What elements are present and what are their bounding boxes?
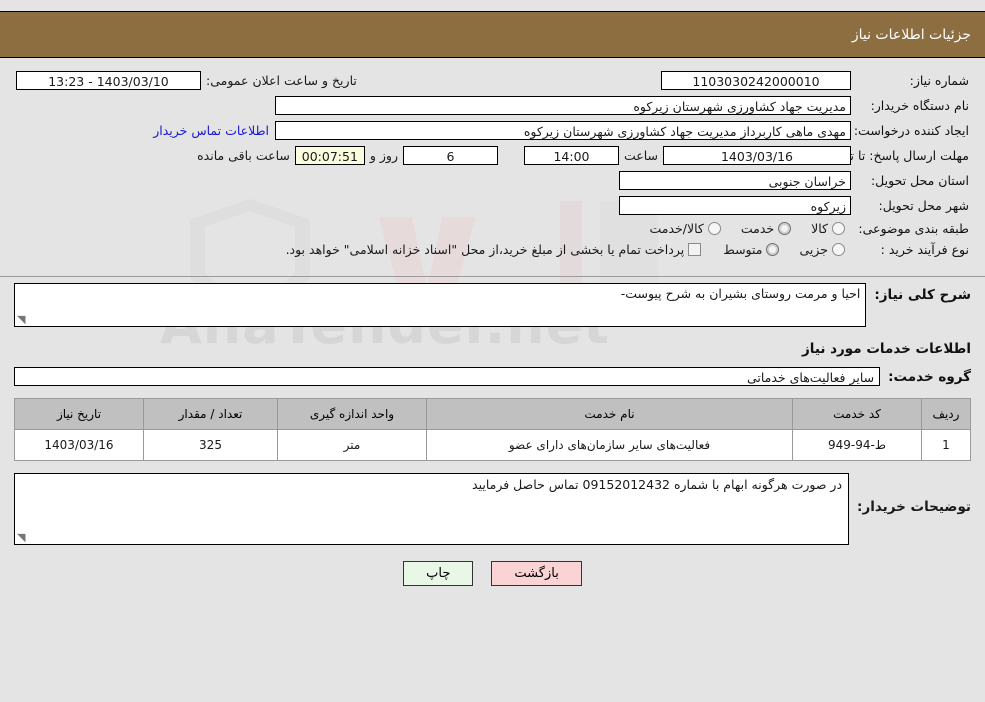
announce-datetime-label: تاریخ و ساعت اعلان عمومی: xyxy=(206,73,357,88)
need-number-value: 1103030242000010 xyxy=(661,71,851,90)
table-header-row: ردیف کد خدمت نام خدمت واحد اندازه گیری ت… xyxy=(14,398,971,430)
row-process-type: نوع فرآیند خرید : جزیی متوسط پرداخت تمام… xyxy=(14,239,971,260)
radio-process-minor[interactable] xyxy=(832,243,845,256)
cell-service-code: ط-94-949 xyxy=(792,429,922,461)
row-city: شهر محل تحویل: زیرکوه xyxy=(14,193,971,218)
col-service-code: کد خدمت xyxy=(792,398,922,430)
deadline-cell: 1403/03/16 ساعت 14:00 6 روز و 00:07:51 س… xyxy=(14,143,853,168)
radio-process-medium-label: متوسط xyxy=(723,242,763,257)
need-info-table: شماره نیاز: 1103030242000010 تاریخ و ساع… xyxy=(14,68,971,260)
countdown-value: 00:07:51 xyxy=(294,146,365,165)
cell-quantity: 325 xyxy=(143,429,278,461)
cell-need-date: 1403/03/16 xyxy=(14,429,144,461)
service-group-label: گروه خدمت: xyxy=(888,368,971,385)
print-button[interactable]: چاپ xyxy=(403,561,474,586)
row-buyer-org: نام دستگاه خریدار: مدیریت جهاد کشاورزی ش… xyxy=(14,93,971,118)
radio-process-medium[interactable] xyxy=(766,243,780,256)
announce-datetime-cell: تاریخ و ساعت اعلان عمومی: 1403/03/10 - 1… xyxy=(14,68,653,93)
deadline-hour-value: 14:00 xyxy=(523,146,619,165)
col-service-name: نام خدمت xyxy=(426,398,793,430)
need-number-cell: 1103030242000010 xyxy=(653,68,853,93)
cell-service-name: فعالیت‌های سایر سازمان‌های دارای عضو xyxy=(426,429,793,461)
buyer-org-label: نام دستگاه خریدار: xyxy=(870,98,969,113)
radio-category-goods[interactable] xyxy=(832,222,845,235)
city-cell: زیرکوه xyxy=(14,193,853,218)
back-button[interactable]: بازگشت xyxy=(491,561,582,586)
radio-process-minor-label: جزیی xyxy=(799,242,828,257)
description-textarea[interactable]: احیا و مرمت روستای بشیران به شرح پیوست- … xyxy=(14,283,867,327)
city-label: شهر محل تحویل: xyxy=(878,198,969,213)
row-province: استان محل تحویل: خراسان جنوبی xyxy=(14,168,971,193)
need-number-label: شماره نیاز: xyxy=(909,73,969,88)
services-heading: اطلاعات خدمات مورد نیاز xyxy=(801,341,971,357)
remaining-days-value: 6 xyxy=(402,146,498,165)
radio-category-goods-service-label: کالا/خدمت xyxy=(649,221,704,236)
table-row: 1 ط-94-949 فعالیت‌های سایر سازمان‌های دا… xyxy=(14,429,971,461)
buyer-contact-link[interactable]: اطلاعات تماس خریدار xyxy=(147,123,275,138)
province-value: خراسان جنوبی xyxy=(619,171,851,190)
description-row: شرح کلی نیاز: احیا و مرمت روستای بشیران … xyxy=(14,283,971,327)
announce-datetime-value: 1403/03/10 - 13:23 xyxy=(16,71,201,90)
action-buttons: بازگشت چاپ xyxy=(0,561,985,586)
radio-category-service-label: خدمت xyxy=(740,221,775,236)
process-type-label: نوع فرآیند خرید : xyxy=(880,242,969,257)
service-group-row: گروه خدمت: سایر فعالیت‌های خدماتی xyxy=(14,367,971,386)
row-deadline: مهلت ارسال پاسخ: تا تاریخ: 1403/03/16 سا… xyxy=(14,143,971,168)
radio-category-goods-label: کالا xyxy=(811,221,828,236)
countdown-label: ساعت باقی مانده xyxy=(197,148,290,163)
city-value: زیرکوه xyxy=(619,196,851,215)
creator-cell: مهدی ماهی کاربرداز مدیریت جهاد کشاورزی ش… xyxy=(14,118,853,143)
cell-row: 1 xyxy=(921,429,971,461)
remaining-days-label: روز و xyxy=(369,148,398,163)
col-unit: واحد اندازه گیری xyxy=(277,398,427,430)
notes-resize-handle-icon[interactable]: ◤ xyxy=(17,531,27,544)
category-cell: کالا خدمت کالا/خدمت xyxy=(14,218,853,239)
checkbox-islamic-treasury[interactable] xyxy=(688,243,702,256)
deadline-label: مهلت ارسال پاسخ: تا تاریخ: xyxy=(824,147,969,163)
checkbox-islamic-treasury-label: پرداخت تمام یا بخشی از مبلغ خرید،از محل … xyxy=(285,242,685,257)
service-group-value[interactable]: سایر فعالیت‌های خدماتی xyxy=(14,367,881,386)
buyer-org-cell: مدیریت جهاد کشاورزی شهرستان زیرکوه xyxy=(14,93,853,118)
creator-label: ایجاد کننده درخواست: xyxy=(853,123,969,138)
row-creator: ایجاد کننده درخواست: مهدی ماهی کاربرداز … xyxy=(14,118,971,143)
resize-handle-icon[interactable]: ◤ xyxy=(17,313,27,326)
description-label: شرح کلی نیاز: xyxy=(874,287,971,303)
services-section: شرح کلی نیاز: احیا و مرمت روستای بشیران … xyxy=(0,277,985,545)
page-header: جزئیات اطلاعات نیاز xyxy=(0,11,985,58)
row-category: طبقه بندی موضوعی: کالا خدمت کالا/خدمت xyxy=(14,218,971,239)
row-need-number: شماره نیاز: 1103030242000010 تاریخ و ساع… xyxy=(14,68,971,93)
cell-unit: متر xyxy=(277,429,427,461)
col-need-date: تاریخ نیاز xyxy=(14,398,144,430)
process-type-cell: جزیی متوسط پرداخت تمام یا بخشی از مبلغ خ… xyxy=(14,239,853,260)
deadline-hour-label: ساعت xyxy=(623,148,658,163)
col-quantity: تعداد / مقدار xyxy=(143,398,278,430)
col-row: ردیف xyxy=(921,398,971,430)
need-info-panel: شماره نیاز: 1103030242000010 تاریخ و ساع… xyxy=(0,58,985,268)
buyer-notes-label: توضیحات خریدار: xyxy=(857,499,971,515)
category-label: طبقه بندی موضوعی: xyxy=(858,221,969,236)
buyer-notes-textarea[interactable]: در صورت هرگونه ابهام با شماره 0915201243… xyxy=(14,473,850,545)
deadline-date-value: 1403/03/16 xyxy=(663,146,851,165)
radio-category-service[interactable] xyxy=(778,222,792,235)
description-value: احیا و مرمت روستای بشیران به شرح پیوست- xyxy=(620,286,861,301)
buyer-org-value: مدیریت جهاد کشاورزی شهرستان زیرکوه xyxy=(275,96,851,115)
province-cell: خراسان جنوبی xyxy=(14,168,853,193)
buyer-notes-row: توضیحات خریدار: در صورت هرگونه ابهام با … xyxy=(14,473,971,545)
radio-category-goods-service[interactable] xyxy=(707,222,721,235)
page-title: جزئیات اطلاعات نیاز xyxy=(851,26,971,43)
buyer-notes-value: در صورت هرگونه ابهام با شماره 0915201243… xyxy=(472,477,843,492)
province-label: استان محل تحویل: xyxy=(870,173,969,188)
creator-value: مهدی ماهی کاربرداز مدیریت جهاد کشاورزی ش… xyxy=(275,121,851,140)
services-table: ردیف کد خدمت نام خدمت واحد اندازه گیری ت… xyxy=(14,398,971,461)
